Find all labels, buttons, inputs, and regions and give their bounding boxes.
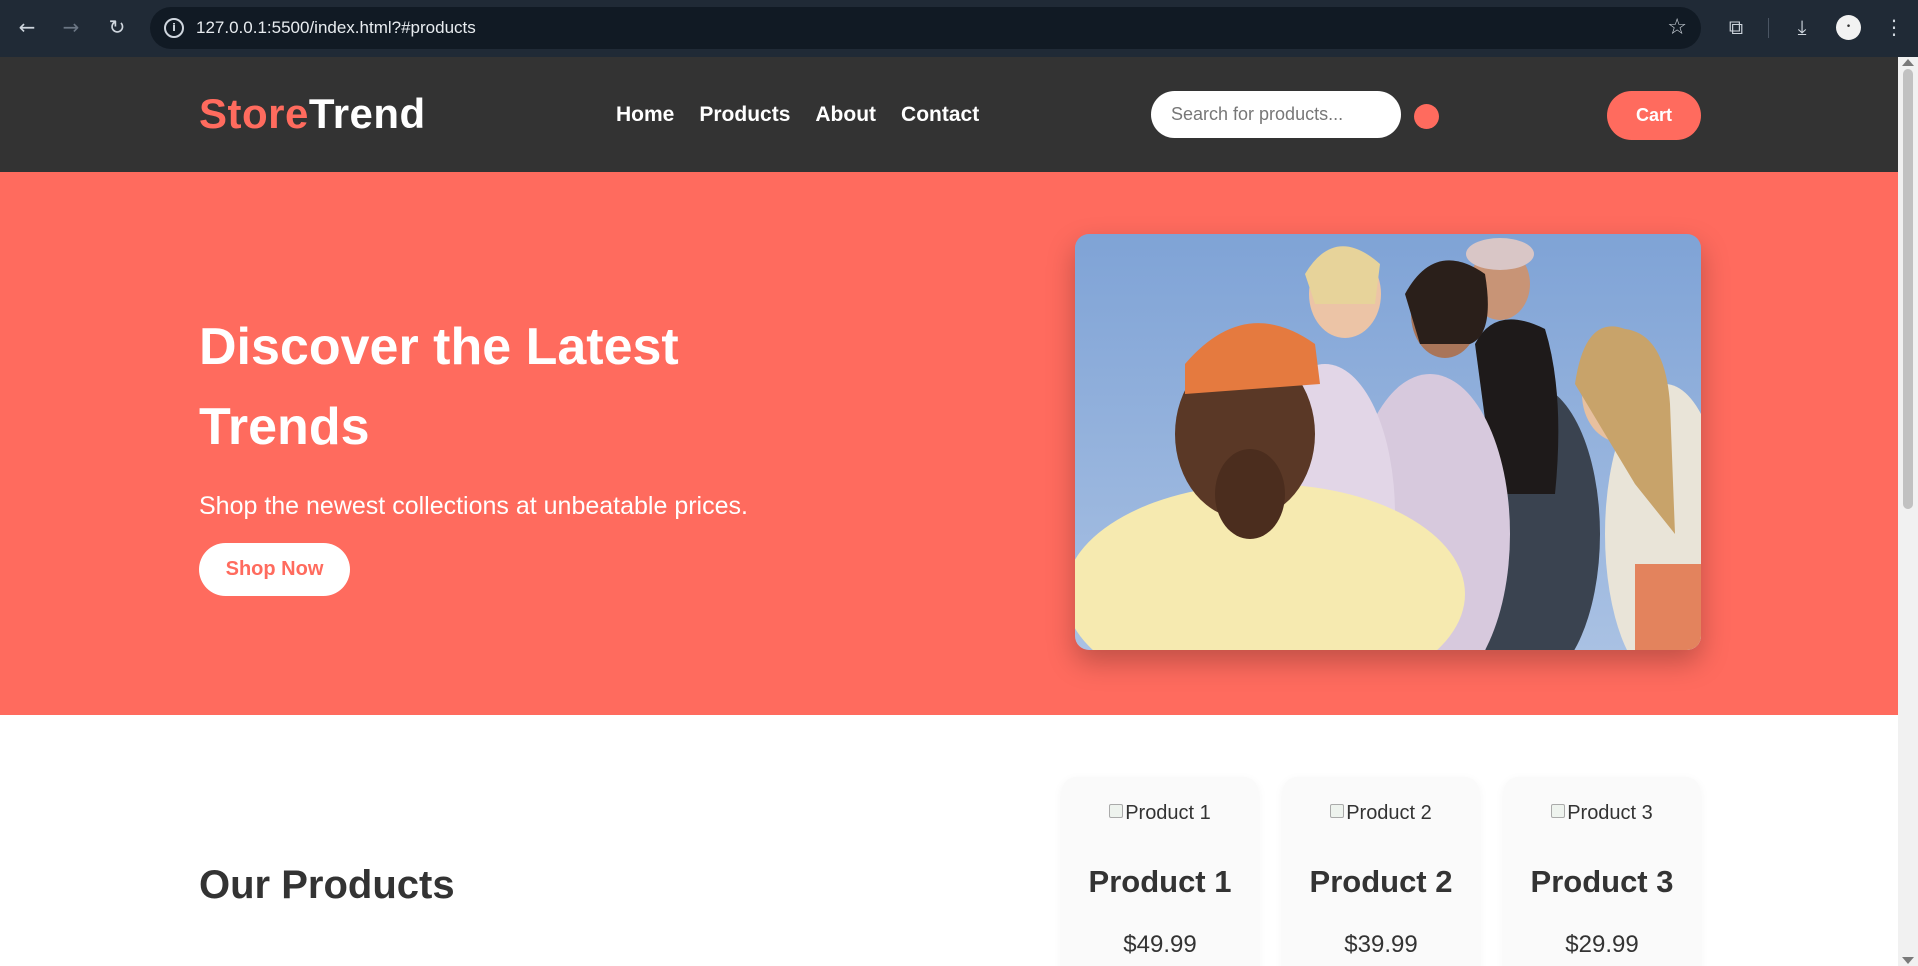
- vertical-scrollbar[interactable]: [1898, 57, 1918, 966]
- scroll-down-icon[interactable]: [1902, 957, 1914, 964]
- address-bar[interactable]: i 127.0.0.1:5500/index.html?#products ☆: [150, 7, 1701, 49]
- product-image-alt: Product 3: [1567, 802, 1653, 824]
- toolbar-divider: [1768, 18, 1769, 38]
- logo-store: Store: [199, 90, 309, 137]
- broken-image-icon: [1330, 804, 1345, 818]
- scrollbar-thumb[interactable]: [1903, 69, 1913, 509]
- product-card[interactable]: Product 1 Product 1 $49.99: [1062, 777, 1258, 966]
- search-input[interactable]: [1151, 91, 1401, 138]
- shop-now-button[interactable]: Shop Now: [199, 543, 350, 596]
- reload-icon[interactable]: ↻: [104, 14, 130, 40]
- product-price: $49.99: [1123, 931, 1197, 958]
- url-text[interactable]: 127.0.0.1:5500/index.html?#products: [196, 7, 476, 49]
- site-header: StoreTrend Home Products About Contact C…: [0, 57, 1898, 172]
- product-name: Product 2: [1309, 864, 1453, 899]
- nav-about[interactable]: About: [815, 102, 876, 128]
- product-name: Product 3: [1530, 864, 1674, 899]
- nav-products[interactable]: Products: [699, 102, 790, 128]
- menu-kebab-icon[interactable]: ⋮: [1880, 14, 1908, 40]
- products-section: Our Products Product 1 Product 1 $49.99 …: [0, 715, 1898, 966]
- hero-section: Discover the Latest Trends Shop the newe…: [0, 172, 1898, 715]
- product-image: Product 1: [1062, 800, 1258, 826]
- main-nav: Home Products About Contact: [616, 102, 979, 128]
- browser-toolbar: ← → ↻ i 127.0.0.1:5500/index.html?#produ…: [0, 0, 1918, 57]
- download-icon[interactable]: ⤓: [1788, 14, 1816, 40]
- product-image: Product 2: [1283, 800, 1479, 826]
- nav-home[interactable]: Home: [616, 102, 674, 128]
- product-card[interactable]: Product 2 Product 2 $39.99: [1283, 777, 1479, 966]
- forward-icon[interactable]: →: [58, 14, 84, 40]
- product-image-alt: Product 2: [1346, 802, 1432, 824]
- logo[interactable]: StoreTrend: [199, 87, 426, 141]
- product-image: Product 3: [1504, 800, 1700, 826]
- product-image-alt: Product 1: [1125, 802, 1211, 824]
- product-card[interactable]: Product 3 Product 3 $29.99: [1504, 777, 1700, 966]
- extensions-icon[interactable]: ⧉: [1722, 14, 1750, 40]
- hero-subtitle: Shop the newest collections at unbeatabl…: [199, 492, 748, 520]
- hero-title: Discover the Latest Trends: [199, 318, 679, 456]
- hero-image: [1075, 234, 1701, 650]
- scroll-up-icon[interactable]: [1902, 59, 1914, 66]
- page-viewport: StoreTrend Home Products About Contact C…: [0, 57, 1898, 966]
- bookmark-star-icon[interactable]: ☆: [1667, 15, 1687, 41]
- product-price: $29.99: [1565, 931, 1639, 958]
- cart-button[interactable]: Cart: [1607, 91, 1701, 140]
- back-icon[interactable]: ←: [14, 14, 40, 40]
- products-heading: Our Products: [199, 863, 455, 907]
- broken-image-icon: [1109, 804, 1124, 818]
- product-price: $39.99: [1344, 931, 1418, 958]
- broken-image-icon: [1551, 804, 1566, 818]
- site-info-icon[interactable]: i: [164, 18, 184, 38]
- logo-trend: Trend: [308, 90, 426, 137]
- search-button[interactable]: [1414, 104, 1439, 129]
- product-name: Product 1: [1088, 864, 1232, 899]
- nav-contact[interactable]: Contact: [901, 102, 979, 128]
- profile-avatar[interactable]: •: [1836, 15, 1861, 40]
